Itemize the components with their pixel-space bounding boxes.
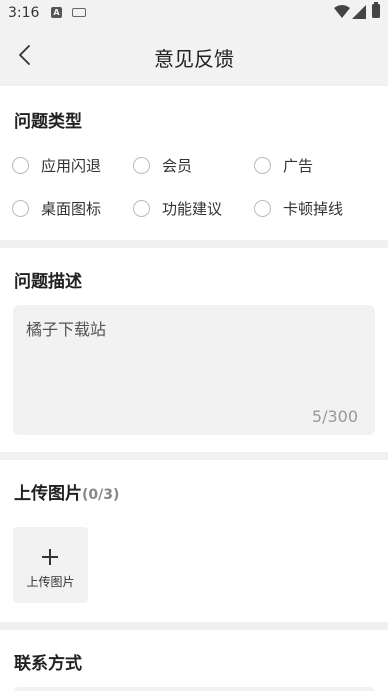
radio-circle-icon xyxy=(133,156,150,174)
page-title: 意见反馈 xyxy=(154,47,234,71)
radio-label: 广告 xyxy=(283,156,314,175)
radio-label: 应用闪退 xyxy=(41,156,102,175)
radio-circle-icon xyxy=(12,156,29,174)
plus-icon xyxy=(42,549,58,565)
nav-bar: 意见反馈 xyxy=(0,26,388,84)
radio-option-feature-suggestion[interactable]: 功能建议 xyxy=(129,197,222,219)
contact-section: 联系方式 xyxy=(0,630,388,691)
description-textarea[interactable]: 橘子下载站 5/300 xyxy=(13,305,375,435)
status-time: 3:16 xyxy=(8,5,40,21)
radio-option-ads[interactable]: 广告 xyxy=(250,154,313,176)
radio-option-membership[interactable]: 会员 xyxy=(129,154,192,176)
description-section: 问题描述 橘子下载站 5/300 xyxy=(0,248,388,452)
description-value: 橘子下载站 xyxy=(26,320,107,339)
radio-label: 功能建议 xyxy=(162,199,223,218)
char-counter: 5/300 xyxy=(311,407,358,426)
notification-a-icon: A xyxy=(51,7,62,18)
radio-option-desktop-icon[interactable]: 桌面图标 xyxy=(8,197,101,219)
radio-circle-icon xyxy=(12,199,29,217)
upload-section: 上传图片(0/3) 上传图片 xyxy=(0,460,388,622)
wifi-icon xyxy=(334,5,350,18)
radio-option-lag-disconnect[interactable]: 卡顿掉线 xyxy=(250,197,343,219)
upload-image-button[interactable]: 上传图片 xyxy=(13,527,88,603)
signal-icon xyxy=(352,5,366,19)
description-title: 问题描述 xyxy=(14,272,82,292)
contact-title: 联系方式 xyxy=(14,654,82,674)
status-bar: 3:16 A xyxy=(0,0,388,26)
radio-circle-icon xyxy=(254,156,271,174)
upload-button-label: 上传图片 xyxy=(26,575,75,589)
upload-count: (0/3) xyxy=(82,487,120,503)
upload-title: 上传图片(0/3) xyxy=(14,479,119,504)
upload-title-text: 上传图片 xyxy=(14,484,82,504)
contact-input[interactable] xyxy=(13,687,375,691)
radio-circle-icon xyxy=(254,199,271,217)
problem-type-title: 问题类型 xyxy=(14,112,82,132)
battery-icon xyxy=(372,2,380,18)
radio-circle-icon xyxy=(133,199,150,217)
radio-label: 卡顿掉线 xyxy=(283,199,344,218)
keyboard-icon xyxy=(72,8,86,17)
radio-label: 会员 xyxy=(162,156,193,175)
radio-option-app-crash[interactable]: 应用闪退 xyxy=(8,154,101,176)
radio-label: 桌面图标 xyxy=(41,199,102,218)
problem-type-section: 问题类型 应用闪退 会员 广告 桌面图标 功能建议 卡顿掉线 xyxy=(0,86,388,240)
